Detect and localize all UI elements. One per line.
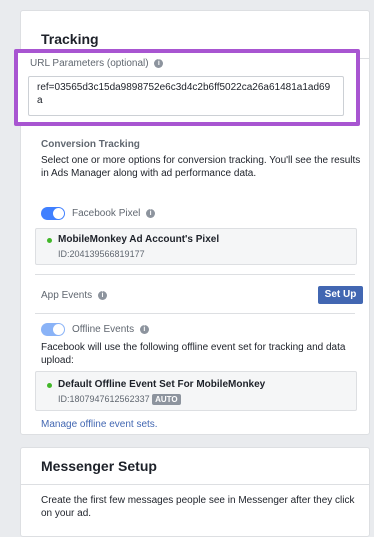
conversion-tracking-title: Conversion Tracking	[41, 139, 140, 150]
facebook-pixel-label-wrap: Facebook Pixel i	[72, 208, 156, 219]
offline-divider	[35, 313, 355, 314]
url-parameters-label-wrap: URL Parameters (optional) i	[30, 58, 164, 69]
messenger-title: Messenger Setup	[41, 458, 157, 474]
offline-set-id-wrap: ID:1807947612562337 AUTO	[58, 394, 181, 406]
status-dot	[47, 383, 52, 388]
info-icon[interactable]: i	[97, 290, 107, 300]
offline-events-label: Offline Events	[72, 324, 135, 335]
offline-events-label-wrap: Offline Events i	[72, 324, 149, 335]
app-events-label: App Events	[41, 290, 93, 301]
offline-set-info-box: Default Offline Event Set For MobileMonk…	[35, 371, 357, 411]
app-events-divider	[35, 274, 355, 275]
tracking-title: Tracking	[41, 31, 99, 47]
pixel-id: ID:204139566819177	[58, 249, 145, 259]
auto-badge: AUTO	[152, 394, 181, 406]
status-dot	[47, 238, 52, 243]
offline-set-name: Default Offline Event Set For MobileMonk…	[58, 379, 266, 390]
offline-set-id: ID:1807947612562337	[58, 394, 150, 404]
set-up-button[interactable]: Set Up	[318, 286, 363, 304]
info-icon[interactable]: i	[139, 324, 149, 334]
offline-events-description: Facebook will use the following offline …	[41, 342, 346, 366]
offline-events-toggle[interactable]	[41, 323, 65, 336]
messenger-divider	[21, 484, 369, 485]
facebook-pixel-toggle[interactable]	[41, 207, 65, 220]
info-icon[interactable]: i	[154, 58, 164, 68]
url-parameters-input[interactable]: ref=03565d3c15da9898752e6c3d4c2b6ff5022c…	[28, 76, 344, 116]
facebook-pixel-label: Facebook Pixel	[72, 208, 141, 219]
pixel-info-box: MobileMonkey Ad Account's Pixel ID:20413…	[35, 228, 357, 265]
info-icon[interactable]: i	[146, 208, 156, 218]
manage-offline-event-sets-link[interactable]: Manage offline event sets.	[41, 419, 158, 430]
url-parameters-section: URL Parameters (optional) i ref=03565d3c…	[14, 49, 360, 126]
app-events-label-wrap: App Events i	[41, 290, 107, 301]
url-parameters-label: URL Parameters (optional)	[30, 58, 149, 69]
pixel-name: MobileMonkey Ad Account's Pixel	[58, 234, 220, 245]
conversion-tracking-description: Select one or more options for conversio…	[41, 155, 361, 179]
messenger-description: Create the first few messages people see…	[41, 495, 355, 519]
